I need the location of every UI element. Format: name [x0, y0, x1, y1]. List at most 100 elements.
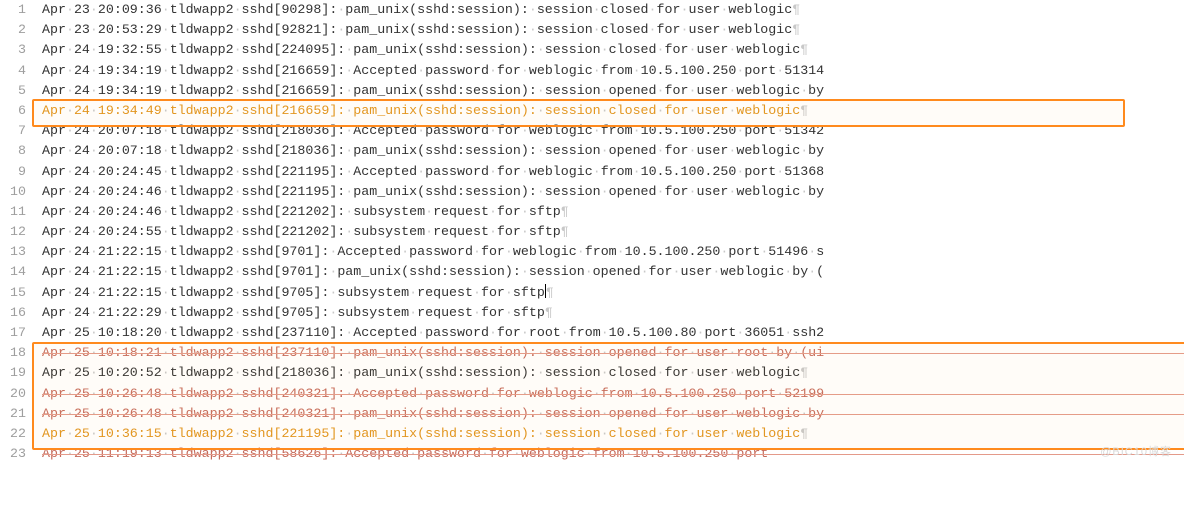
whitespace-dot: · [657, 42, 665, 57]
log-token: pam_unix(sshd:session): [353, 406, 537, 421]
whitespace-dot: · [162, 386, 170, 401]
whitespace-dot: · [90, 42, 98, 57]
log-token: for [489, 446, 513, 461]
log-token: 24 [74, 164, 90, 179]
line-number: 6 [0, 101, 32, 121]
pilcrow-icon: ¶ [546, 285, 554, 300]
whitespace-dot: · [90, 224, 98, 239]
pilcrow-icon: ¶ [800, 365, 808, 380]
log-token: 20:09:36 [98, 2, 162, 17]
pilcrow-icon: ¶ [561, 204, 569, 219]
log-token: weblogic [736, 406, 800, 421]
log-token: Accepted [337, 244, 401, 259]
log-line[interactable]: Apr·24·20:07:18·tldwapp2·sshd[218036]:·p… [42, 141, 1184, 161]
log-token: 24 [74, 42, 90, 57]
pilcrow-icon: ¶ [561, 224, 569, 239]
log-token: Apr [42, 224, 66, 239]
log-line[interactable]: Apr·24·21:22:29·tldwapp2·sshd[9705]:·sub… [42, 303, 1184, 323]
log-line[interactable]: Apr·24·20:24:55·tldwapp2·sshd[221202]:·s… [42, 222, 1184, 242]
log-token: by [808, 184, 824, 199]
log-line[interactable]: Apr·24·21:22:15·tldwapp2·sshd[9701]:·Acc… [42, 242, 1184, 262]
whitespace-dot: · [481, 446, 489, 461]
log-line[interactable]: Apr·25·10:36:15·tldwapp2·sshd[221195]:·p… [42, 424, 1184, 444]
log-line[interactable]: Apr·24·19:34:49·tldwapp2·sshd[216659]:·p… [42, 101, 1184, 121]
log-token: Apr [42, 184, 66, 199]
log-line[interactable]: Apr·25·10:26:48·tldwapp2·sshd[240321]:·p… [42, 404, 1184, 424]
line-number: 4 [0, 61, 32, 81]
line-number: 19 [0, 363, 32, 383]
line-number: 16 [0, 303, 32, 323]
log-token: 10:18:21 [98, 345, 162, 360]
log-line[interactable]: Apr·23·20:53:29·tldwapp2·sshd[92821]:·pa… [42, 20, 1184, 40]
log-line[interactable]: Apr·24·20:24:45·tldwapp2·sshd[221195]:·A… [42, 162, 1184, 182]
whitespace-dot: · [601, 365, 609, 380]
log-line[interactable]: Apr·25·11:19:13·tldwapp2·sshd[58626]:·Ac… [42, 444, 1184, 464]
whitespace-dot: · [537, 103, 545, 118]
whitespace-dot: · [90, 83, 98, 98]
log-token: closed [609, 42, 657, 57]
log-line[interactable]: Apr·23·20:09:36·tldwapp2·sshd[90298]:·pa… [42, 0, 1184, 20]
log-content[interactable]: Apr·23·20:09:36·tldwapp2·sshd[90298]:·pa… [42, 0, 1184, 464]
whitespace-dot: · [521, 204, 529, 219]
log-token: closed [609, 365, 657, 380]
whitespace-dot: · [521, 325, 529, 340]
log-token: for [657, 22, 681, 37]
log-token: session [545, 184, 601, 199]
log-token: Apr [42, 22, 66, 37]
log-token: for [481, 305, 505, 320]
log-token: 25 [74, 365, 90, 380]
log-token: 19:34:19 [98, 83, 162, 98]
log-token: for [481, 244, 505, 259]
log-token: for [497, 325, 521, 340]
log-token: sshd[224095]: [242, 42, 346, 57]
log-token: 24 [74, 305, 90, 320]
log-line[interactable]: Apr·24·20:24:46·tldwapp2·sshd[221202]:·s… [42, 202, 1184, 222]
log-token: weblogic [736, 184, 800, 199]
whitespace-dot: · [625, 446, 633, 461]
whitespace-dot: · [90, 22, 98, 37]
log-token: 24 [74, 123, 90, 138]
log-token: from [601, 386, 633, 401]
log-token: Apr [42, 365, 66, 380]
whitespace-dot: · [90, 103, 98, 118]
line-number: 18 [0, 343, 32, 363]
log-token: from [601, 123, 633, 138]
log-line[interactable]: Apr·24·19:34:19·tldwapp2·sshd[216659]:·p… [42, 81, 1184, 101]
whitespace-dot: · [90, 2, 98, 17]
log-token: 24 [74, 244, 90, 259]
log-line[interactable]: Apr·24·19:32:55·tldwapp2·sshd[224095]:·p… [42, 40, 1184, 60]
log-token: sshd[221202]: [242, 204, 346, 219]
whitespace-dot: · [234, 184, 242, 199]
log-line[interactable]: Apr·24·19:34:19·tldwapp2·sshd[216659]:·A… [42, 61, 1184, 81]
log-token: Apr [42, 2, 66, 17]
log-token: from [593, 446, 625, 461]
log-token: tldwapp2 [170, 42, 234, 57]
line-number: 15 [0, 283, 32, 303]
whitespace-dot: · [657, 365, 665, 380]
log-token: weblogic [513, 244, 577, 259]
log-token: password [417, 446, 481, 461]
log-line[interactable]: Apr·25·10:18:21·tldwapp2·sshd[237110]:·p… [42, 343, 1184, 363]
whitespace-dot: · [649, 22, 657, 37]
whitespace-dot: · [162, 345, 170, 360]
log-line[interactable]: Apr·25·10:20:52·tldwapp2·sshd[218036]:·p… [42, 363, 1184, 383]
whitespace-dot: · [537, 345, 545, 360]
line-number: 5 [0, 81, 32, 101]
log-line[interactable]: Apr·24·21:22:15·tldwapp2·sshd[9705]:·sub… [42, 283, 1184, 303]
whitespace-dot: · [657, 103, 665, 118]
whitespace-dot: · [66, 123, 74, 138]
log-token: sshd[221195]: [242, 164, 346, 179]
log-line[interactable]: Apr·25·10:18:20·tldwapp2·sshd[237110]:·A… [42, 323, 1184, 343]
log-token: from [585, 244, 617, 259]
log-token: weblogic [728, 22, 792, 37]
whitespace-dot: · [513, 446, 521, 461]
log-line[interactable]: Apr·24·21:22:15·tldwapp2·sshd[9701]:·pam… [42, 262, 1184, 282]
whitespace-dot: · [90, 446, 98, 461]
log-line[interactable]: Apr·24·20:07:18·tldwapp2·sshd[218036]:·A… [42, 121, 1184, 141]
text-editor-view[interactable]: 1234567891011121314151617181920212223 Ap… [0, 0, 1184, 464]
log-token: by [808, 143, 824, 158]
log-token: sshd[218036]: [242, 365, 346, 380]
log-token: request [433, 224, 489, 239]
log-line[interactable]: Apr·24·20:24:46·tldwapp2·sshd[221195]:·p… [42, 182, 1184, 202]
log-line[interactable]: Apr·25·10:26:48·tldwapp2·sshd[240321]:·A… [42, 384, 1184, 404]
